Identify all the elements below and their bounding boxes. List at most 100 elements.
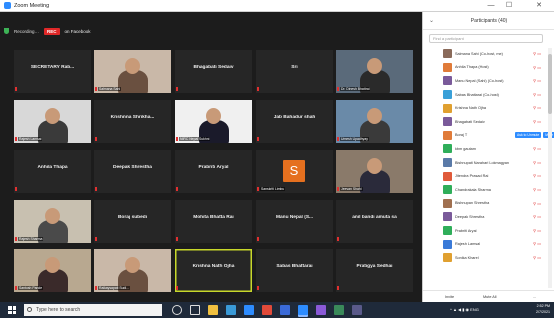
maximize-button[interactable]: ☐ [500,0,518,12]
onenote-icon[interactable] [316,305,326,315]
muted-mic-icon: ⚲ ▭ [533,91,541,97]
ask-to-unmute-button[interactable]: Ask to Unmute [515,132,542,139]
edge-icon[interactable] [244,305,254,315]
participant-name: Sabas Bhattarai [276,264,313,269]
participant-row[interactable]: Jitendra Prasad Rai ⚲ ▭ [423,169,554,183]
minimize-button[interactable]: — [482,0,500,12]
close-button[interactable]: ✕ [530,0,548,12]
taskbar-search-input[interactable]: Type here to search [24,304,162,316]
participant-list-name: Deepak Shrestha [455,214,485,219]
participant-row[interactable]: Rajesh Lamsal ⚲ ▭ [423,237,554,251]
scrollbar[interactable] [548,48,552,288]
participant-row[interactable]: Prabriti Aryal ⚲ ▭ [423,224,554,238]
store-icon[interactable] [226,305,236,315]
face [206,108,221,124]
participant-row[interactable]: Bishnupati Narahari Lokmagyan ⚲ ▭ [423,156,554,170]
clock-date: 2/7/2021 [536,309,550,314]
participant-row[interactable]: kbm gautam ⚲ ▭ [423,142,554,156]
participant-tile[interactable]: Manu Nepal (S... [256,200,333,243]
participant-tile[interactable]: Jeevan Shahi [336,150,413,193]
muted-mic-icon [95,87,97,91]
security-shield-icon[interactable] [4,28,9,34]
participant-row[interactable]: Anhila Thapa (Host) ⚲ ▭ [423,61,554,75]
participant-tile[interactable]: Boraj subedi [94,200,171,243]
view-label[interactable]: Recording… [14,29,39,34]
language-indicator[interactable]: ENG [470,307,479,312]
participant-list-name: kbm gautam [455,146,476,151]
app-icon[interactable] [352,305,362,315]
participant-tile[interactable]: Salmana Sahi [94,50,171,93]
muted-mic-icon: ⚲ ▭ [533,214,541,220]
participant-tile[interactable]: Krishna Nath Ojha [175,249,252,292]
chevron-down-icon[interactable]: ⌄ [429,17,434,24]
participant-row[interactable]: Manu Nepal (Sahi) (Co-host) ⚲ ▭ [423,74,554,88]
participant-tile[interactable]: Santosh Pande [14,249,91,292]
muted-mic-icon: ⚲ ▭ [533,78,541,84]
participant-row[interactable]: Krishna Nath Ojha ⚲ ▭ [423,101,554,115]
file-explorer-icon[interactable] [208,305,218,315]
participant-tile[interactable]: Sabas Bhattarai [256,249,333,292]
participant-row[interactable]: Salmana Sahi (Co-host, me) ⚲ ▭ [423,47,554,61]
participant-row[interactable]: Boraj TAsk to UnmuteMore [423,129,554,143]
chrome-icon[interactable] [262,305,272,315]
participant-tile[interactable]: Prabriti Aryal [175,150,252,193]
windows-start-icon[interactable] [8,306,16,314]
avatar [443,130,452,140]
participant-tile[interactable]: Raikaysapati Sudi... [94,249,171,292]
cortana-icon[interactable] [172,305,182,315]
avatar [443,239,452,249]
clock[interactable]: 2:52 PM 2/7/2021 [536,304,550,315]
participant-row[interactable]: Bhagabati Sedaiv ⚲ ▭ [423,115,554,129]
title-bar: Zoom Meeting — ☐ ✕ [0,0,554,12]
participant-tile[interactable]: Krishnna Shrikha... [94,100,171,143]
invite-button[interactable]: Invite [445,295,454,299]
avatar [443,49,452,59]
avatar [443,185,452,195]
word-icon[interactable] [280,305,290,315]
participant-tile[interactable]: Anhila Thapa [14,150,91,193]
muted-mic-icon: ⚲ ▭ [533,186,541,192]
participant-list-name: Chandrakala Sharma [455,187,491,192]
participant-name: SECRETARY Rab... [30,65,75,70]
participant-tile[interactable]: Dr. Dinesh Bhattrai [336,50,413,93]
muted-mic-icon [337,237,339,241]
participants-footer: Invite Mute All ... [423,290,554,302]
participant-tile[interactable]: NIRC Nepal Sukhni [175,100,252,143]
participant-row[interactable]: Sonika Kharel ⚲ ▭ [423,251,554,265]
participant-name-tag: Sanskriti Limbu [260,187,286,191]
scrollbar-thumb[interactable] [548,54,552,114]
participant-tile[interactable]: Deepak Shrestha [94,150,171,193]
system-tray-icons[interactable]: ^ ▲ ◀ ▮ ◉ ENG [450,307,479,312]
task-view-icon[interactable] [190,305,200,315]
participant-tile[interactable]: anil bandi amuta sa [336,200,413,243]
participant-row[interactable]: Bishnupan Shrestha ⚲ ▭ [423,197,554,211]
participant-list-name: Bhagabati Sedaiv [455,119,485,124]
participant-tile[interactable]: Pratigya Sedhai [336,249,413,292]
mute-all-button[interactable]: Mute All [483,295,497,299]
rec-badge: REC [44,27,60,35]
participant-row[interactable]: Chandrakala Sharma ⚲ ▭ [423,183,554,197]
participant-tile[interactable]: Bhagabati Sedaiv [175,50,252,93]
excel-icon[interactable] [334,305,344,315]
participant-row[interactable]: Sabas Bhattarai (Co-host) ⚲ ▭ [423,88,554,102]
muted-mic-icon [176,87,178,91]
more-options-button[interactable]: ... [533,295,536,299]
zoom-taskbar-icon[interactable] [298,305,308,315]
participant-tile[interactable]: Mohita Bhatta Rai [175,200,252,243]
participant-name: Jab Bahadur shah [273,115,316,120]
participant-name-tag: Salmana Sahi [98,87,122,91]
rec-status: on Facebook [64,28,91,34]
participant-tile[interactable]: Rajesh Lamsal [14,100,91,143]
participant-search-input[interactable]: Find a participant [429,34,543,43]
participant-name-tag: Rajesh Sharma [18,237,44,241]
participant-tile[interactable]: Sri [256,50,333,93]
participant-tile[interactable]: SECRETARY Rab... [14,50,91,93]
participant-tile[interactable]: Umesh Upadhyay [336,100,413,143]
muted-mic-icon [95,286,97,290]
participant-row[interactable]: Deepak Shrestha ⚲ ▭ [423,210,554,224]
participant-tile[interactable]: S Sanskriti Limbu [256,150,333,193]
participant-tile[interactable]: Jab Bahadur shah [256,100,333,143]
muted-mic-icon: ⚲ ▭ [533,64,541,70]
participant-tile[interactable]: Rajesh Sharma [14,200,91,243]
muted-mic-icon: ⚲ ▭ [533,241,541,247]
